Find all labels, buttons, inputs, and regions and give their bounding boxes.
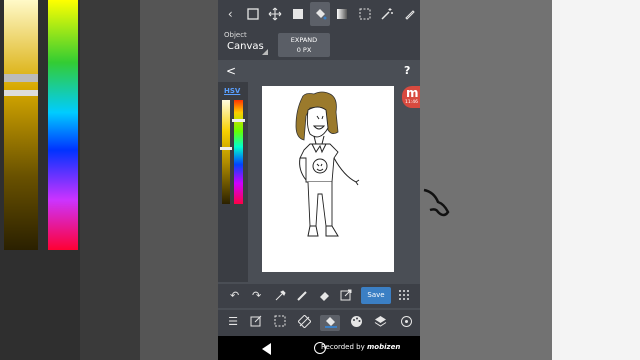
edit-icon[interactable]: [246, 315, 266, 331]
value-slider-handle[interactable]: [220, 146, 232, 150]
edit-toolbar: ↶ ↷ Save: [218, 284, 420, 308]
object-bar: Object Canvas EXPAND 0 PX: [218, 28, 420, 60]
hue-slider[interactable]: [234, 100, 243, 204]
drawing-canvas[interactable]: [262, 86, 394, 272]
gradient-icon[interactable]: [332, 2, 352, 26]
character-drawing: [295, 91, 360, 237]
recording-badge[interactable]: m 11:46: [402, 86, 420, 108]
palette-icon[interactable]: [346, 315, 366, 331]
grid-icon[interactable]: [398, 289, 410, 304]
save-button[interactable]: Save: [361, 287, 391, 304]
rotate-icon[interactable]: [294, 314, 314, 331]
selection-icon[interactable]: [270, 315, 290, 331]
help-icon[interactable]: ?: [404, 64, 410, 77]
object-select[interactable]: Canvas: [227, 41, 264, 52]
export-icon[interactable]: [340, 289, 352, 304]
layers-icon[interactable]: [370, 315, 390, 331]
pen-icon[interactable]: [400, 2, 420, 26]
nav-back-icon[interactable]: [262, 343, 271, 355]
pen-icon[interactable]: [296, 289, 308, 304]
expand-button[interactable]: EXPAND 0 PX: [278, 33, 330, 57]
dropdown-corner-icon: [262, 49, 268, 55]
eyedropper-icon[interactable]: [274, 289, 286, 304]
redo-icon[interactable]: ↷: [252, 289, 261, 302]
recording-watermark: Recorded by mobizen: [321, 343, 400, 351]
drawing-app: ‹ Object Canvas EXPAND 0 PX < ? HSV m 11…: [218, 0, 420, 360]
canvas-nav-row: < ?: [218, 60, 420, 82]
magic-wand-icon[interactable]: [377, 2, 397, 26]
value-slider[interactable]: [222, 100, 230, 204]
color-panel: HSV: [218, 82, 248, 282]
bucket-icon[interactable]: [320, 315, 340, 331]
hsv-mode-label[interactable]: HSV: [224, 87, 240, 95]
eraser-icon[interactable]: [318, 289, 330, 304]
circle-icon[interactable]: [396, 315, 416, 331]
recording-badge-time: 11:46: [405, 100, 418, 105]
system-nav-bar: Recorded by mobizen: [218, 336, 420, 360]
back-chevron-icon[interactable]: <: [226, 64, 236, 78]
hue-slider-handle[interactable]: [232, 118, 245, 122]
expand-value: 0 PX: [296, 46, 312, 54]
object-label: Object: [224, 31, 247, 39]
back-icon[interactable]: ‹: [220, 2, 240, 26]
marquee-icon[interactable]: [355, 2, 375, 26]
recorded-by-text: Recorded by: [321, 343, 365, 351]
expand-label: EXPAND: [290, 36, 318, 44]
brand-text: mobizen: [366, 343, 401, 351]
blurred-background-right: [420, 0, 640, 360]
recording-badge-letter: m: [406, 86, 419, 100]
top-toolbar: ‹: [218, 0, 420, 28]
undo-icon[interactable]: ↶: [230, 289, 239, 302]
select-rect-icon[interactable]: [242, 2, 262, 26]
fill-rect-icon[interactable]: [287, 2, 307, 26]
main-toolbar: ☰: [218, 310, 420, 336]
move-icon[interactable]: [265, 2, 285, 26]
menu-icon[interactable]: ☰: [223, 315, 243, 331]
blurred-background-left: [0, 0, 220, 360]
bucket-icon[interactable]: [309, 2, 331, 26]
